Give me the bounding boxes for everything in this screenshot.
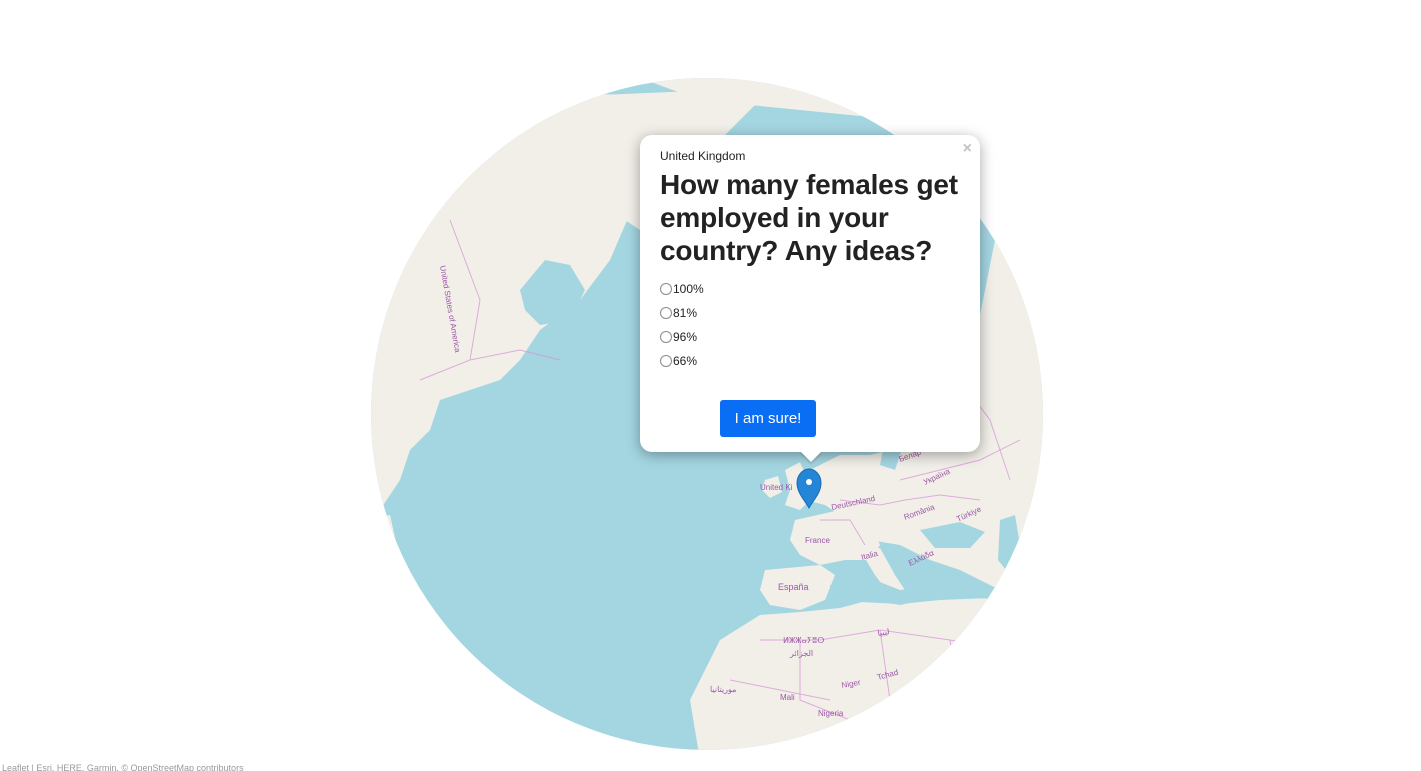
popup-question-text: How many females get employed in your co…	[660, 169, 958, 266]
radio-button[interactable]	[660, 307, 672, 319]
map-attribution[interactable]: Leaflet | Esri, HERE, Garmin, © OpenStre…	[2, 763, 244, 771]
map-stage[interactable]: United States of America United Ki Deuts…	[0, 0, 1421, 771]
label-nigeria: Nigeria	[818, 709, 844, 718]
close-icon[interactable]: ×	[963, 139, 972, 159]
popup-tip	[800, 451, 822, 462]
label-mauritania: موريتانيا	[710, 685, 736, 694]
popup-country-label: United Kingdom	[660, 149, 746, 163]
answer-option[interactable]: 66%	[660, 349, 960, 373]
label-mali: Mali	[780, 693, 795, 702]
answer-label: 81%	[673, 306, 698, 320]
map-pin-dot	[806, 479, 812, 485]
answer-label: 66%	[673, 354, 698, 368]
answer-option[interactable]: 81%	[660, 301, 960, 325]
radio-button[interactable]	[660, 355, 672, 367]
label-espana: España	[778, 582, 809, 592]
question-popup: × United Kingdom How many females get em…	[640, 135, 980, 462]
label-united-kingdom: United Ki	[760, 483, 793, 492]
label-france: France	[805, 536, 830, 545]
label-algerie-tz: ⵍⵣⵣⴰⵢⴻⵔ	[783, 636, 824, 645]
answer-option[interactable]: 100%	[660, 277, 960, 301]
radio-button[interactable]	[660, 331, 672, 343]
radio-button[interactable]	[660, 283, 672, 295]
submit-answer-button[interactable]: I am sure!	[720, 400, 816, 437]
answer-label: 96%	[673, 330, 698, 344]
label-algerie-ar: الجزائر	[789, 649, 813, 658]
answer-option[interactable]: 96%	[660, 325, 960, 349]
answer-label: 100%	[673, 282, 704, 296]
